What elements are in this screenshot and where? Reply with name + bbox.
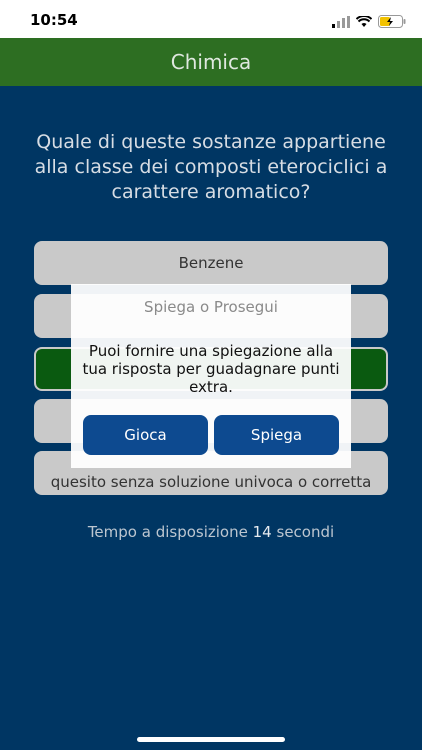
timer-prefix: Tempo a disposizione xyxy=(87,523,248,541)
answer-option-1[interactable]: Benzene xyxy=(34,241,388,285)
page-title: Chimica xyxy=(170,50,252,74)
question-text: Quale di queste sostanze appartiene alla… xyxy=(34,131,388,203)
explain-button[interactable]: Spiega xyxy=(214,415,339,455)
timer-text: Tempo a disposizione 14 secondi xyxy=(0,523,422,541)
timer-suffix: secondi xyxy=(276,523,335,541)
explain-dialog: Spiega o Prosegui Puoi fornire una spieg… xyxy=(71,284,351,468)
dialog-title: Spiega o Prosegui xyxy=(144,298,278,316)
play-button[interactable]: Gioca xyxy=(83,415,208,455)
battery-icon xyxy=(378,13,406,32)
status-time: 10:54 xyxy=(30,11,78,29)
nav-bar: Chimica xyxy=(0,38,422,86)
answer-label: quesito senza soluzione univoca o corret… xyxy=(50,473,372,491)
dialog-message: Puoi fornire una spiegazione alla tua ri… xyxy=(82,342,340,396)
answer-label: Benzene xyxy=(178,254,244,272)
timer-seconds: 14 xyxy=(252,523,272,541)
wifi-icon xyxy=(355,13,373,32)
home-indicator[interactable] xyxy=(137,737,285,742)
signal-icon xyxy=(332,13,350,32)
status-bar: 10:54 xyxy=(0,0,422,38)
